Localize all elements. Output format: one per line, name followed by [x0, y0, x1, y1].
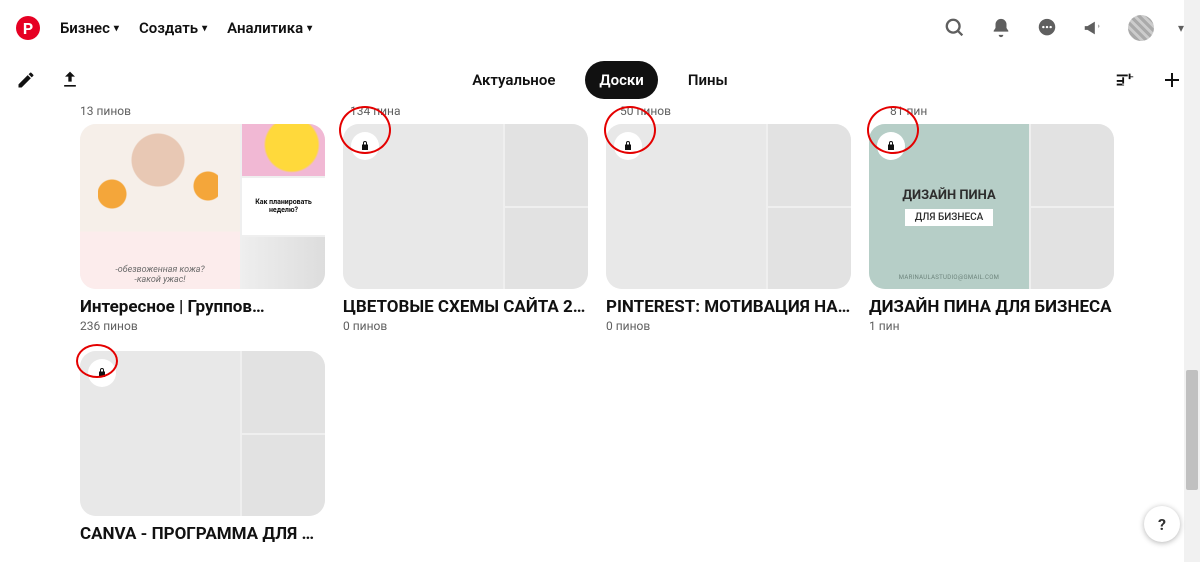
- plus-icon[interactable]: [1160, 68, 1184, 92]
- board-cover[interactable]: ДИЗАЙН ПИНА ДЛЯ БИЗНЕСА MARINAULASTUDIO@…: [869, 124, 1114, 289]
- nav-create-label: Создать: [139, 19, 198, 37]
- megaphone-icon[interactable]: [1082, 17, 1104, 39]
- nav-analytics[interactable]: Аналитика ▾: [227, 19, 312, 37]
- chat-icon[interactable]: [1036, 17, 1058, 39]
- lock-icon: [88, 359, 116, 387]
- chevron-down-icon: ▾: [307, 23, 312, 34]
- chevron-down-icon: ▾: [114, 23, 119, 34]
- board-card[interactable]: ДИЗАЙН ПИНА ДЛЯ БИЗНЕСА MARINAULASTUDIO@…: [869, 124, 1114, 333]
- bell-icon[interactable]: [990, 17, 1012, 39]
- board-side-images: Как планировать неделю?: [242, 124, 325, 289]
- lock-icon: [351, 132, 379, 160]
- board-count: 0 пинов: [606, 319, 851, 333]
- prev-board-count: 50 пинов: [620, 104, 865, 118]
- prev-board-count: 13 пинов: [80, 104, 325, 118]
- prev-board-count: 134 пина: [350, 104, 595, 118]
- board-card[interactable]: ЦВЕТОВЫЕ СХЕМЫ САЙТА 2… 0 пинов: [343, 124, 588, 333]
- board-cover[interactable]: -обезвоженная кожа? -какой ужас! Как пла…: [80, 124, 325, 289]
- profile-tabs-bar: Актуальное Доски Пины: [0, 56, 1200, 104]
- pencil-icon[interactable]: [16, 70, 36, 90]
- help-button[interactable]: ?: [1144, 506, 1180, 542]
- nav-business[interactable]: Бизнес ▾: [60, 19, 119, 37]
- board-title: Интересное | Группов…: [80, 297, 325, 317]
- board-title: PINTEREST: МОТИВАЦИЯ НА…: [606, 297, 851, 317]
- board-title: ДИЗАЙН ПИНА ДЛЯ БИЗНЕСА: [869, 297, 1114, 317]
- tab-pins[interactable]: Пины: [674, 61, 742, 99]
- board-cover[interactable]: [80, 351, 325, 516]
- scrollbar-thumb[interactable]: [1186, 370, 1198, 490]
- search-icon[interactable]: [944, 17, 966, 39]
- board-card[interactable]: -обезвоженная кожа? -какой ужас! Как пла…: [80, 124, 325, 333]
- tab-featured[interactable]: Актуальное: [458, 61, 569, 99]
- lock-icon: [877, 132, 905, 160]
- pinterest-logo[interactable]: P: [16, 16, 40, 40]
- board-side-images: [768, 124, 851, 289]
- top-bar: P Бизнес ▾ Создать ▾ Аналитика ▾ ▾: [0, 0, 1200, 56]
- board-title: ЦВЕТОВЫЕ СХЕМЫ САЙТА 2…: [343, 297, 588, 317]
- nav-analytics-label: Аналитика: [227, 19, 303, 37]
- avatar[interactable]: [1128, 15, 1154, 41]
- nav-create[interactable]: Создать ▾: [139, 19, 207, 37]
- prev-board-count: 81 пин: [890, 104, 1135, 118]
- overlay-text: -обезвоженная кожа? -какой ужас!: [80, 265, 240, 285]
- cover-subtitle: ДЛЯ БИЗНЕСА: [905, 209, 994, 226]
- cover-title: ДИЗАЙН ПИНА: [902, 188, 995, 203]
- content-area: 13 пинов 134 пина 50 пинов 81 пин -обезв…: [0, 104, 1200, 544]
- lock-icon: [614, 132, 642, 160]
- board-count: 236 пинов: [80, 319, 325, 333]
- upload-icon[interactable]: [60, 70, 80, 90]
- board-cover[interactable]: [343, 124, 588, 289]
- board-cover[interactable]: [606, 124, 851, 289]
- overlay-line: -какой ужас!: [80, 275, 240, 285]
- board-side-images: [505, 124, 588, 289]
- chevron-down-icon: ▾: [202, 23, 207, 34]
- board-side-images: [1031, 124, 1114, 289]
- board-card[interactable]: PINTEREST: МОТИВАЦИЯ НА… 0 пинов: [606, 124, 851, 333]
- board-side-images: [242, 351, 325, 516]
- cover-mail: MARINAULASTUDIO@GMAIL.COM: [899, 274, 999, 281]
- board-title: CANVA - ПРОГРАММА ДЛЯ С…: [80, 524, 325, 544]
- nav-business-label: Бизнес: [60, 19, 110, 37]
- board-count: 0 пинов: [343, 319, 588, 333]
- filter-icon[interactable]: [1114, 69, 1136, 91]
- board-main-image: -обезвоженная кожа? -какой ужас!: [80, 124, 240, 289]
- board-count: 1 пин: [869, 319, 1114, 333]
- board-card[interactable]: CANVA - ПРОГРАММА ДЛЯ С…: [80, 351, 325, 544]
- side-text: Как планировать неделю?: [242, 178, 325, 234]
- overlay-line: -обезвоженная кожа?: [80, 265, 240, 275]
- tab-boards[interactable]: Доски: [585, 61, 657, 99]
